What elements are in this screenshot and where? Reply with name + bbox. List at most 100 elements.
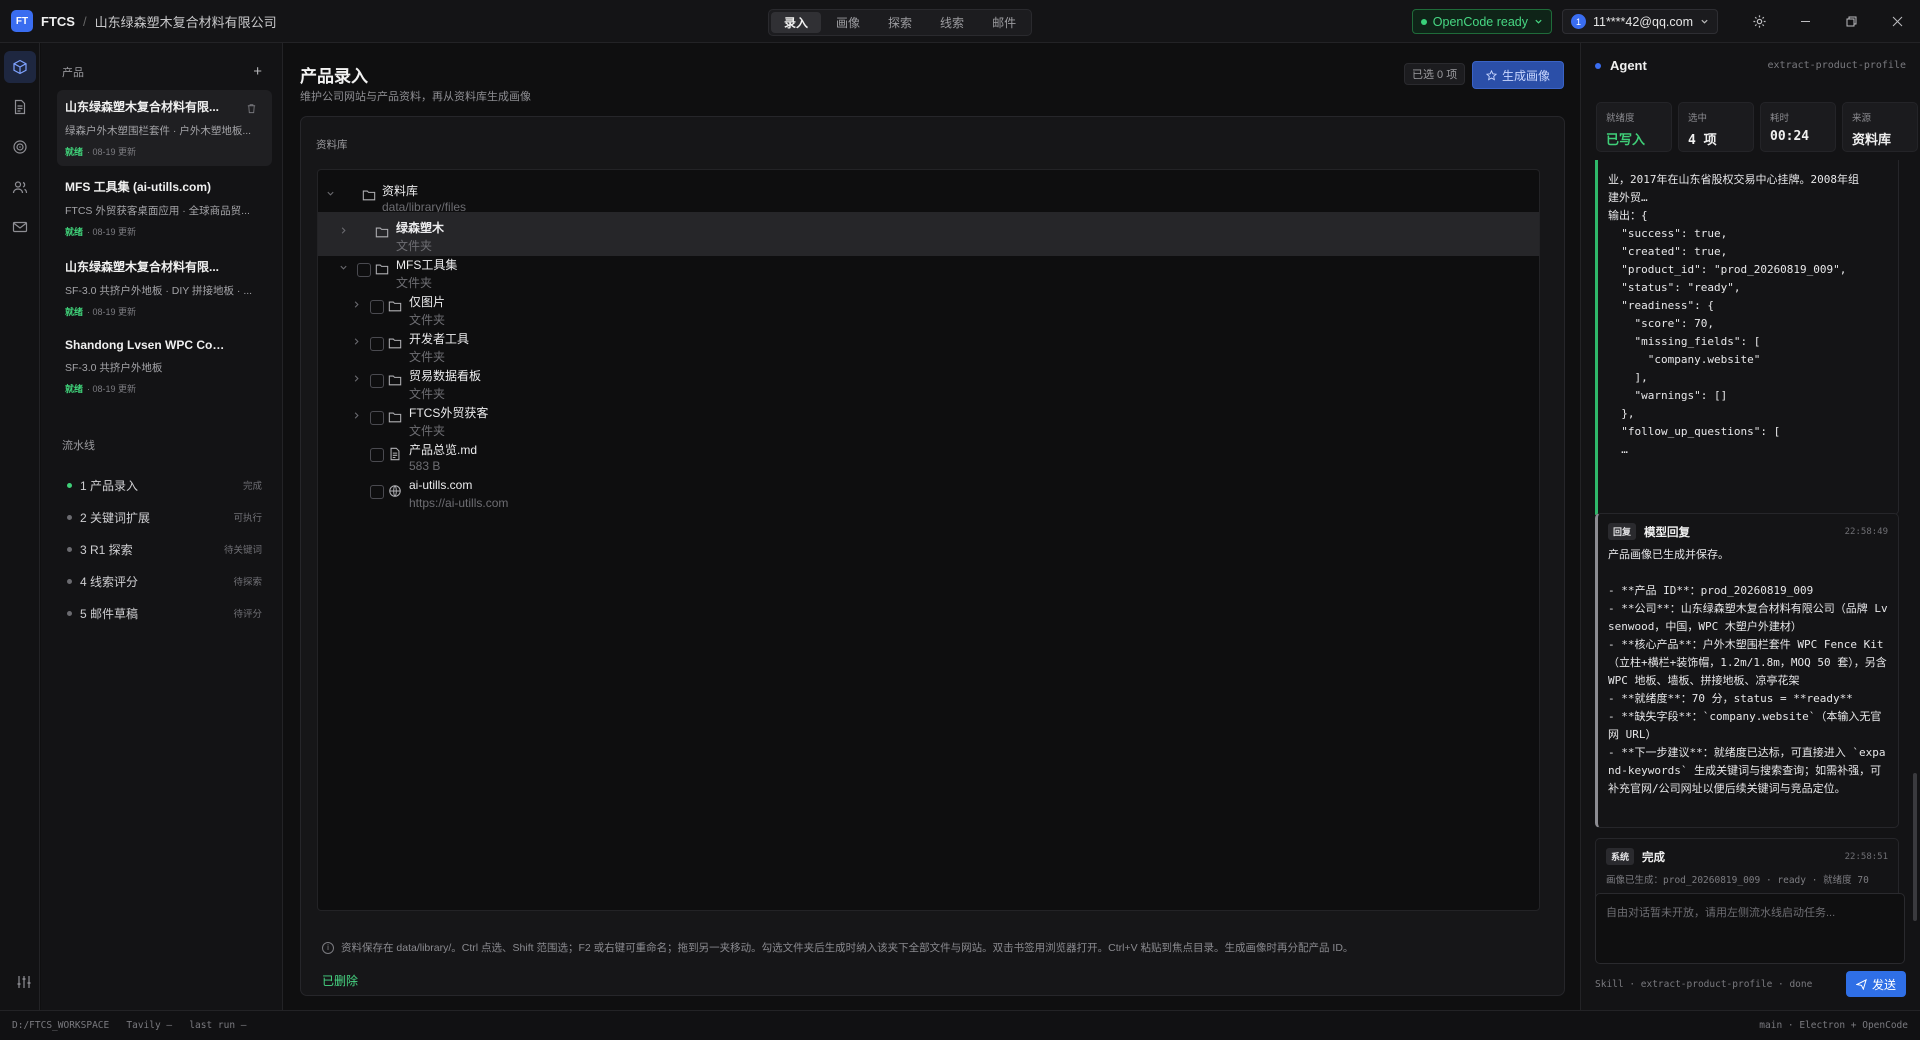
status-badge: 就绪 (65, 307, 84, 317)
tab-profile[interactable]: 画像 (823, 12, 873, 33)
tab-mail[interactable]: 邮件 (979, 12, 1029, 33)
product-sidebar: 产品 + 山东绿森塑木复合材料有限... 绿森户外木塑围栏套件 · 户外木塑地板… (41, 43, 283, 1010)
product-item[interactable]: Shandong Lvsen WPC Com... SF-3.0 共挤户外地板 … (57, 330, 272, 406)
add-product-button[interactable]: + (253, 63, 262, 80)
status-left: D:/FTCS_WORKSPACE Tavily — last run — (12, 1020, 247, 1031)
library-label: 资料库 (316, 139, 348, 151)
tree-node-name: 产品总览.md (409, 443, 478, 457)
product-updated: · 08-19 更新 (87, 384, 137, 394)
agent-footer: Skill · extract-product-profile · done (1595, 979, 1813, 990)
opencode-status-dropdown[interactable]: OpenCode ready (1411, 9, 1552, 34)
close-icon (1892, 16, 1902, 27)
rail-explore-button[interactable] (4, 131, 36, 163)
send-button[interactable]: 发送 (1846, 971, 1906, 997)
brand: FT FTCS / 山东绿森塑木复合材料有限公司 (0, 10, 277, 32)
product-item[interactable]: 山东绿森塑木复合材料有限... SF-3.0 共挤户外地板 · DIY 拼接地板… (57, 250, 272, 326)
top-right-controls: OpenCode ready 1 11****42@qq.com (1411, 0, 1920, 43)
chevron-right-icon[interactable] (339, 226, 349, 236)
stat-value: 00:24 (1770, 129, 1810, 144)
tree-checkbox[interactable] (370, 411, 384, 425)
tree-node-sub: https://ai-utills.com (409, 496, 509, 510)
message-time: 22:58:49 (1844, 526, 1888, 537)
tree-checkbox[interactable] (370, 374, 384, 388)
pipeline-step[interactable]: 2 关键词扩展 可执行 (67, 501, 262, 533)
step-label: 3 R1 探索 (80, 542, 133, 557)
product-item[interactable]: 山东绿森塑木复合材料有限... 绿森户外木塑围栏套件 · 户外木塑地板... 就… (57, 90, 272, 166)
pipeline-step[interactable]: 4 线索评分 待探索 (67, 565, 262, 597)
agent-panel: Agent extract-product-profile 就绪度 已写入 选中 4… (1580, 43, 1920, 1010)
chevron-down-icon[interactable] (339, 263, 349, 273)
chevron-right-icon[interactable] (352, 337, 362, 347)
stat-label: 选中 (1688, 113, 1708, 124)
rail-leads-button[interactable] (4, 171, 36, 203)
stat-label: 就绪度 (1606, 113, 1635, 124)
delete-product-button[interactable] (246, 103, 257, 117)
step-label: 4 线索评分 (80, 574, 139, 589)
close-button[interactable] (1874, 0, 1920, 43)
pipeline-step[interactable]: 3 R1 探索 待关键词 (67, 533, 262, 565)
rail-documents-button[interactable] (4, 91, 36, 123)
file-icon (388, 447, 404, 463)
file-tree: 资料库 data/library/files 绿森塑木 文件夹 MFS工具集 文… (317, 169, 1540, 911)
minimize-button[interactable] (1782, 0, 1828, 43)
folder-icon (388, 336, 404, 352)
mail-icon (12, 221, 28, 233)
status-right: main · Electron + OpenCode (1759, 1020, 1908, 1031)
gear-icon (1752, 15, 1766, 28)
chevron-right-icon[interactable] (352, 411, 362, 421)
tree-checkbox[interactable] (370, 485, 384, 499)
chat-input[interactable]: 自由对话暂未开放，请用左侧流水线启动任务... (1595, 893, 1905, 964)
account-email: 11****42@qq.com (1592, 14, 1693, 29)
rail-mail-button[interactable] (4, 211, 36, 243)
step-label: 5 邮件草稿 (80, 606, 139, 621)
top-bar: FT FTCS / 山东绿森塑木复合材料有限公司 录入 画像 探索 线索 邮件 … (0, 0, 1920, 43)
generate-profile-button[interactable]: 生成画像 (1472, 61, 1564, 89)
product-desc: SF-3.0 共挤户外地板 (65, 362, 163, 374)
pipeline-step[interactable]: 1 产品录入 完成 (67, 469, 262, 501)
tree-node-name: 开发者工具 (409, 332, 470, 346)
message-tag: 系统 (1606, 848, 1635, 865)
step-dot-icon (67, 514, 72, 520)
tree-node-name: 绿森塑木 (396, 221, 445, 235)
tab-leads[interactable]: 线索 (927, 12, 977, 33)
chevron-down-icon (1535, 19, 1542, 24)
restore-button[interactable] (1828, 0, 1874, 43)
restore-icon (1846, 16, 1856, 27)
chevron-right-icon[interactable] (352, 374, 362, 384)
tree-node-name: 仅图片 (409, 295, 446, 309)
tree-node-link[interactable]: ai-utills.com https://ai-utills.com (318, 471, 1539, 515)
stat-card: 就绪度 已写入 (1596, 102, 1672, 152)
users-icon (12, 181, 28, 194)
settings-button[interactable] (1736, 0, 1782, 43)
rail-products-button[interactable] (4, 51, 36, 83)
send-label: 发送 (1871, 977, 1896, 992)
stat-card: 来源 资料库 (1842, 102, 1918, 152)
tree-checkbox[interactable] (370, 337, 384, 351)
breadcrumb-separator: / (82, 13, 87, 29)
cube-icon (13, 59, 27, 75)
chevron-down-icon[interactable] (326, 189, 336, 199)
tree-checkbox[interactable] (370, 448, 384, 462)
step-status: 待评分 (233, 609, 262, 620)
product-item[interactable]: MFS 工具集 (ai-utills.com) FTCS 外贸获客桌面应用 · … (57, 170, 272, 246)
message-time: 22:58:51 (1844, 851, 1888, 862)
avatar: 1 (1570, 14, 1586, 29)
page-title: 产品录入 (300, 67, 368, 86)
main-tabs: 录入 画像 探索 线索 邮件 (768, 9, 1033, 36)
step-status: 可执行 (233, 513, 262, 524)
tab-entry[interactable]: 录入 (771, 12, 822, 33)
status-badge: 就绪 (65, 147, 84, 157)
stat-card: 选中 4 项 (1678, 102, 1754, 152)
pipeline-step[interactable]: 5 邮件草稿 待评分 (67, 597, 262, 629)
tree-checkbox[interactable] (370, 300, 384, 314)
tab-explore[interactable]: 探索 (875, 12, 925, 33)
chevron-right-icon[interactable] (352, 300, 362, 310)
account-dropdown[interactable]: 1 11****42@qq.com (1561, 9, 1718, 34)
tree-checkbox[interactable] (357, 263, 371, 277)
rail-settings-button[interactable] (8, 966, 40, 998)
page-subtitle: 维护公司网站与产品资料，再从资料库生成画像 (300, 91, 531, 103)
stat-label: 耗时 (1770, 113, 1790, 124)
scrollbar[interactable] (1913, 773, 1917, 921)
document-icon (14, 99, 26, 115)
agent-message-stream[interactable]: 业，2017年在山东省股权交易中心挂牌。2008年组 建外贸… 输出：{ "su… (1595, 160, 1911, 922)
